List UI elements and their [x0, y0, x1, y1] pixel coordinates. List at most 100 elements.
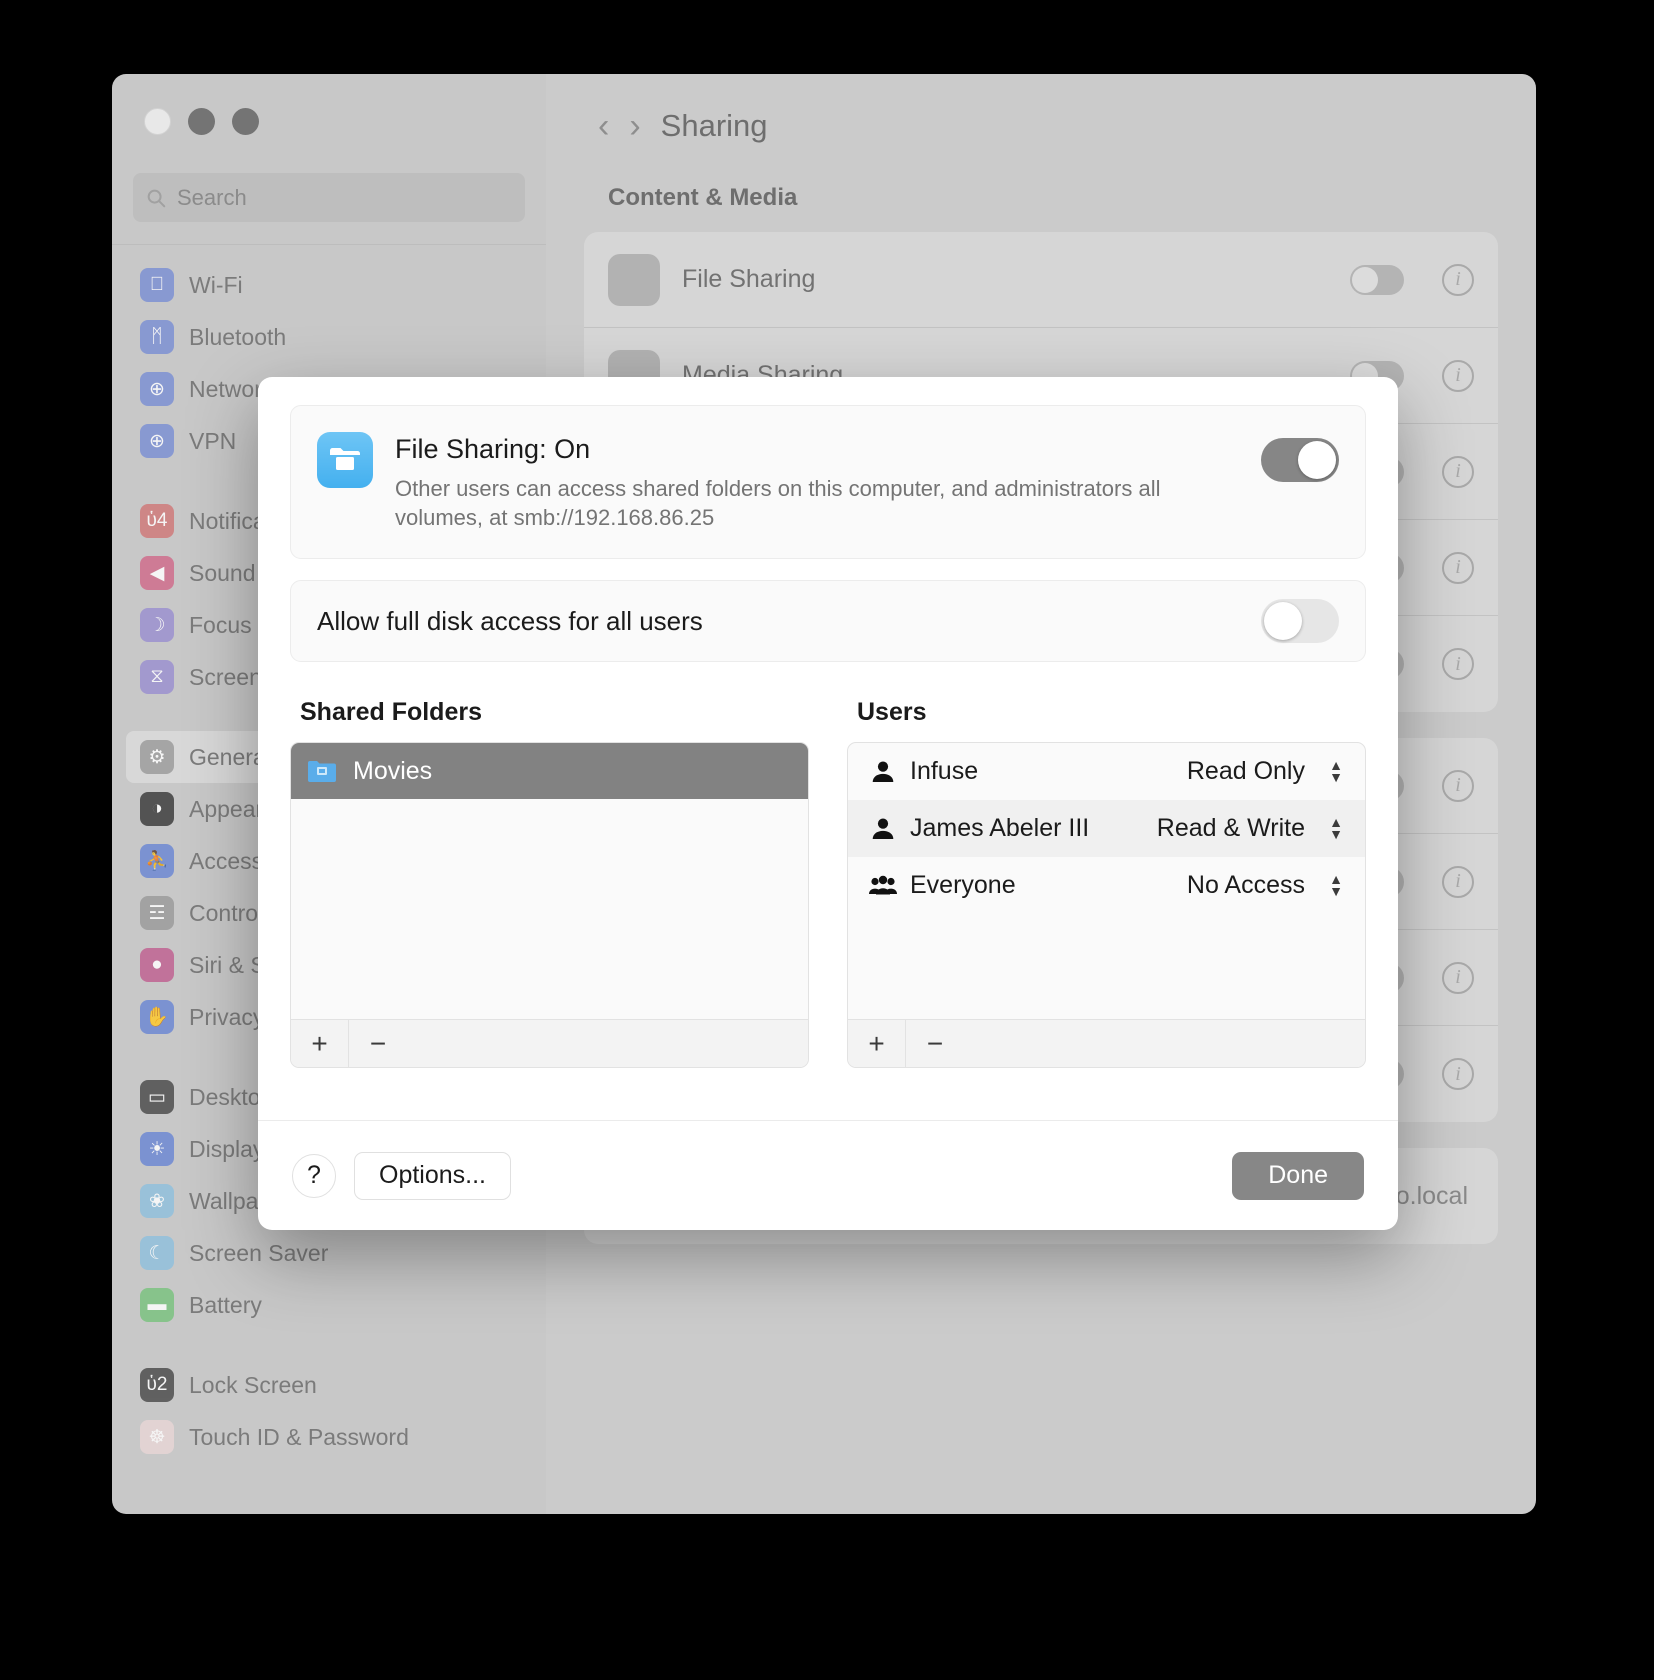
user-name: Everyone [900, 871, 1187, 900]
settings-row[interactable]: File Sharing i [584, 232, 1498, 328]
globe-icon: ⊕ [140, 372, 174, 406]
remove-user-button[interactable]: − [906, 1020, 964, 1067]
sidebar-item-label: Bluetooth [189, 324, 286, 351]
permission-stepper[interactable]: ▲▼ [1321, 761, 1351, 782]
file-sharing-folder-icon [317, 432, 373, 488]
search-icon [145, 187, 167, 209]
movies-folder-icon [307, 759, 337, 783]
info-icon[interactable]: i [1442, 770, 1474, 802]
file-sharing-dialog: File Sharing: On Other users can access … [258, 377, 1398, 1230]
help-button[interactable]: ? [292, 1154, 336, 1198]
settings-row-toggle[interactable] [1350, 265, 1404, 295]
zoom-button[interactable] [232, 108, 259, 135]
desktop-dock-icon: ▭ [140, 1080, 174, 1114]
users-list[interactable]: InfuseRead Only▲▼James Abeler IIIRead & … [847, 742, 1366, 1068]
appearance-icon: ◑ [140, 792, 174, 826]
chevron-down-icon: ▼ [1329, 887, 1343, 896]
add-folder-button[interactable]: + [291, 1020, 349, 1067]
file-sharing-status-panel: File Sharing: On Other users can access … [290, 405, 1366, 559]
sidebar-item-wi-fi[interactable]:  Wi-Fi [126, 259, 532, 311]
wallpaper-icon: ❀ [140, 1184, 174, 1218]
file-sharing-text: File Sharing: On Other users can access … [395, 432, 1239, 532]
sidebar-item-touch-id-password[interactable]: ☸ Touch ID & Password [126, 1411, 532, 1463]
user-permission: Read & Write [1157, 814, 1305, 843]
speaker-icon: ◀ [140, 556, 174, 590]
remove-folder-button[interactable]: − [349, 1020, 407, 1067]
sidebar-item-label: Battery [189, 1292, 262, 1319]
info-icon[interactable]: i [1442, 1058, 1474, 1090]
full-disk-access-label: Allow full disk access for all users [317, 606, 1261, 637]
info-icon[interactable]: i [1442, 456, 1474, 488]
add-user-button[interactable]: + [848, 1020, 906, 1067]
file-sharing-toggle[interactable] [1261, 438, 1339, 482]
shared-folders-column: Shared Folders Movies + − [290, 698, 809, 1068]
info-icon[interactable]: i [1442, 648, 1474, 680]
user-row[interactable]: InfuseRead Only ▲▼ [848, 743, 1365, 800]
permission-stepper[interactable]: ▲▼ [1321, 875, 1351, 896]
siri-icon: ● [140, 948, 174, 982]
close-button[interactable] [144, 108, 171, 135]
sidebar-item-label: Lock Screen [189, 1372, 317, 1399]
sidebar-item-lock-screen[interactable]: ὑ2 Lock Screen [126, 1359, 532, 1411]
wifi-icon:  [140, 268, 174, 302]
user-permission: No Access [1187, 871, 1305, 900]
battery-icon: ▬ [140, 1288, 174, 1322]
sidebar-item-screen-saver[interactable]: ☾ Screen Saver [126, 1227, 532, 1279]
gear-icon: ⚙ [140, 740, 174, 774]
sidebar-item-label: Screen Saver [189, 1240, 328, 1267]
sidebar-item-label: Wi-Fi [189, 272, 243, 299]
forward-button[interactable]: › [629, 109, 640, 143]
shared-folder-name: Movies [353, 757, 432, 786]
full-disk-access-panel: Allow full disk access for all users [290, 580, 1366, 662]
sidebar-item-label: Focus [189, 612, 252, 639]
info-icon[interactable]: i [1442, 552, 1474, 584]
bluetooth-icon: ᛗ [140, 320, 174, 354]
sidebar-item-label: Sound [189, 560, 256, 587]
user-permission: Read Only [1187, 757, 1305, 786]
file-sharing-title: File Sharing: On [395, 434, 1239, 465]
done-button[interactable]: Done [1232, 1152, 1364, 1200]
options-button[interactable]: Options... [354, 1152, 511, 1200]
info-icon[interactable]: i [1442, 962, 1474, 994]
info-icon[interactable]: i [1442, 360, 1474, 392]
section-title: Content & Media [584, 178, 1498, 232]
sidebar-item-battery[interactable]: ▬ Battery [126, 1279, 532, 1331]
screensaver-icon: ☾ [140, 1236, 174, 1270]
hand-icon: ✋ [140, 1000, 174, 1034]
back-button[interactable]: ‹ [598, 109, 609, 143]
page-title: Sharing [661, 108, 768, 144]
accessibility-icon: ⛹ [140, 844, 174, 878]
person-icon [866, 760, 900, 784]
dialog-footer: ? Options... Done [258, 1120, 1398, 1230]
sidebar-item-label: Touch ID & Password [189, 1424, 409, 1451]
users-title: Users [857, 698, 1366, 727]
users-rows: InfuseRead Only▲▼James Abeler IIIRead & … [848, 743, 1365, 1019]
user-row[interactable]: EveryoneNo Access ▲▼ [848, 857, 1365, 914]
toolbar: ‹ › Sharing [584, 74, 1498, 178]
file-sharing-description: Other users can access shared folders on… [395, 474, 1239, 532]
shared-folder-item[interactable]: Movies [291, 743, 808, 799]
users-footer: + − [848, 1019, 1365, 1067]
user-row[interactable]: James Abeler IIIRead & Write▲▼ [848, 800, 1365, 857]
window-controls [112, 74, 546, 135]
settings-row-label: File Sharing [682, 265, 1328, 294]
info-icon[interactable]: i [1442, 264, 1474, 296]
shared-folders-list[interactable]: Movies + − [290, 742, 809, 1068]
sidebar-item-bluetooth[interactable]: ᛗ Bluetooth [126, 311, 532, 363]
fingerprint-icon: ☸ [140, 1420, 174, 1454]
info-icon[interactable]: i [1442, 866, 1474, 898]
search-field[interactable]: Search [133, 173, 525, 222]
user-name: Infuse [900, 757, 1187, 786]
chevron-down-icon: ▼ [1329, 773, 1343, 782]
full-disk-access-toggle[interactable] [1261, 599, 1339, 643]
minimize-button[interactable] [188, 108, 215, 135]
lock-icon: ὑ2 [140, 1368, 174, 1402]
group-icon [866, 875, 900, 897]
search-placeholder: Search [177, 185, 247, 211]
permission-stepper[interactable]: ▲▼ [1321, 818, 1351, 839]
dialog-body: File Sharing: On Other users can access … [258, 377, 1398, 1120]
person-icon [866, 817, 900, 841]
chevron-down-icon: ▼ [1329, 830, 1343, 839]
users-column: Users InfuseRead Only▲▼James Abeler IIIR… [847, 698, 1366, 1068]
hourglass-icon: ⧖ [140, 660, 174, 694]
